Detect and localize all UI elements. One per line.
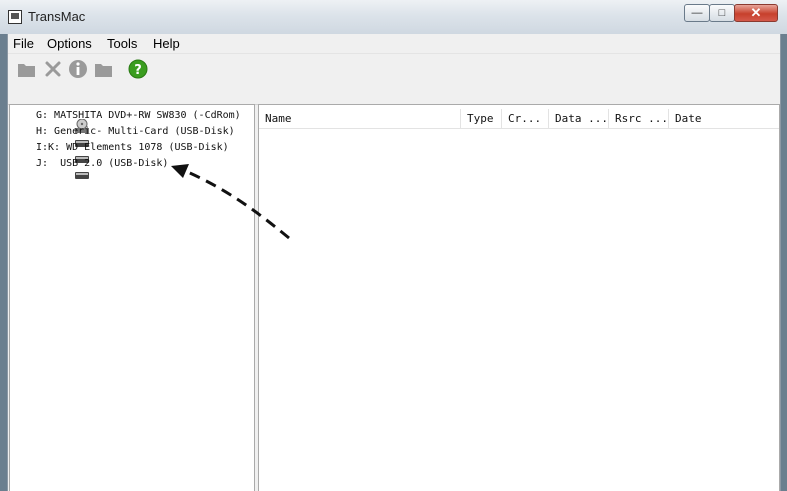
drive-item-j[interactable]: J: USB 2.0 (USB-Disk) [14,155,169,179]
info-icon[interactable] [68,59,88,79]
menu-help[interactable]: Help [153,36,180,51]
drive-label: I:K: WD Elements 1078 (USB-Disk) [36,141,229,153]
drive-list[interactable]: G: MATSHITA DVD+-RW SW830 (-CdRom) H: Ge… [9,104,255,491]
disk-icon [14,156,90,179]
drive-label: H: Generic- Multi-Card (USB-Disk) [36,125,235,137]
maximize-button[interactable]: □ [709,4,735,22]
window-title: TransMac [28,9,86,24]
cdrom-icon [14,108,90,133]
delete-icon[interactable] [43,59,63,79]
disk-icon [14,140,90,163]
open-icon[interactable] [17,59,37,79]
folder-icon[interactable] [94,59,114,79]
menu-bar: File Options Tools Help [8,34,780,54]
column-header-creator[interactable]: Cr... [502,109,549,128]
transmac-window: TransMac — □ ✕ File Options Tools Help ?… [0,0,787,491]
column-header-row: Name Type Cr... Data ... Rsrc ... Date [259,109,779,129]
drive-item-g[interactable]: G: MATSHITA DVD+-RW SW830 (-CdRom) [14,107,241,133]
drive-item-ik[interactable]: I:K: WD Elements 1078 (USB-Disk) [14,139,229,163]
drive-item-h[interactable]: H: Generic- Multi-Card (USB-Disk) [14,123,235,147]
client-area: File Options Tools Help ? G: MATSHITA DV… [7,34,781,491]
column-header-name[interactable]: Name [259,109,461,128]
toolbar: ? [8,54,780,105]
svg-text:?: ? [134,63,142,78]
drive-label: J: USB 2.0 (USB-Disk) [36,157,169,169]
menu-tools[interactable]: Tools [107,36,137,51]
close-button[interactable]: ✕ [734,4,778,22]
menu-file[interactable]: File [13,36,34,51]
column-header-date[interactable]: Date [669,109,779,128]
file-list[interactable]: Name Type Cr... Data ... Rsrc ... Date [258,104,780,491]
minimize-button[interactable]: — [684,4,710,22]
column-header-type[interactable]: Type [461,109,502,128]
column-header-rsrc-fork[interactable]: Rsrc ... [609,109,669,128]
app-icon [8,10,22,24]
disk-icon [14,124,90,147]
drive-label: G: MATSHITA DVD+-RW SW830 (-CdRom) [36,109,241,121]
title-bar[interactable]: TransMac — □ ✕ [0,0,787,34]
menu-options[interactable]: Options [47,36,92,51]
column-header-data-fork[interactable]: Data ... [549,109,609,128]
help-icon[interactable]: ? [128,59,148,79]
caption-buttons: — □ ✕ [684,4,778,22]
